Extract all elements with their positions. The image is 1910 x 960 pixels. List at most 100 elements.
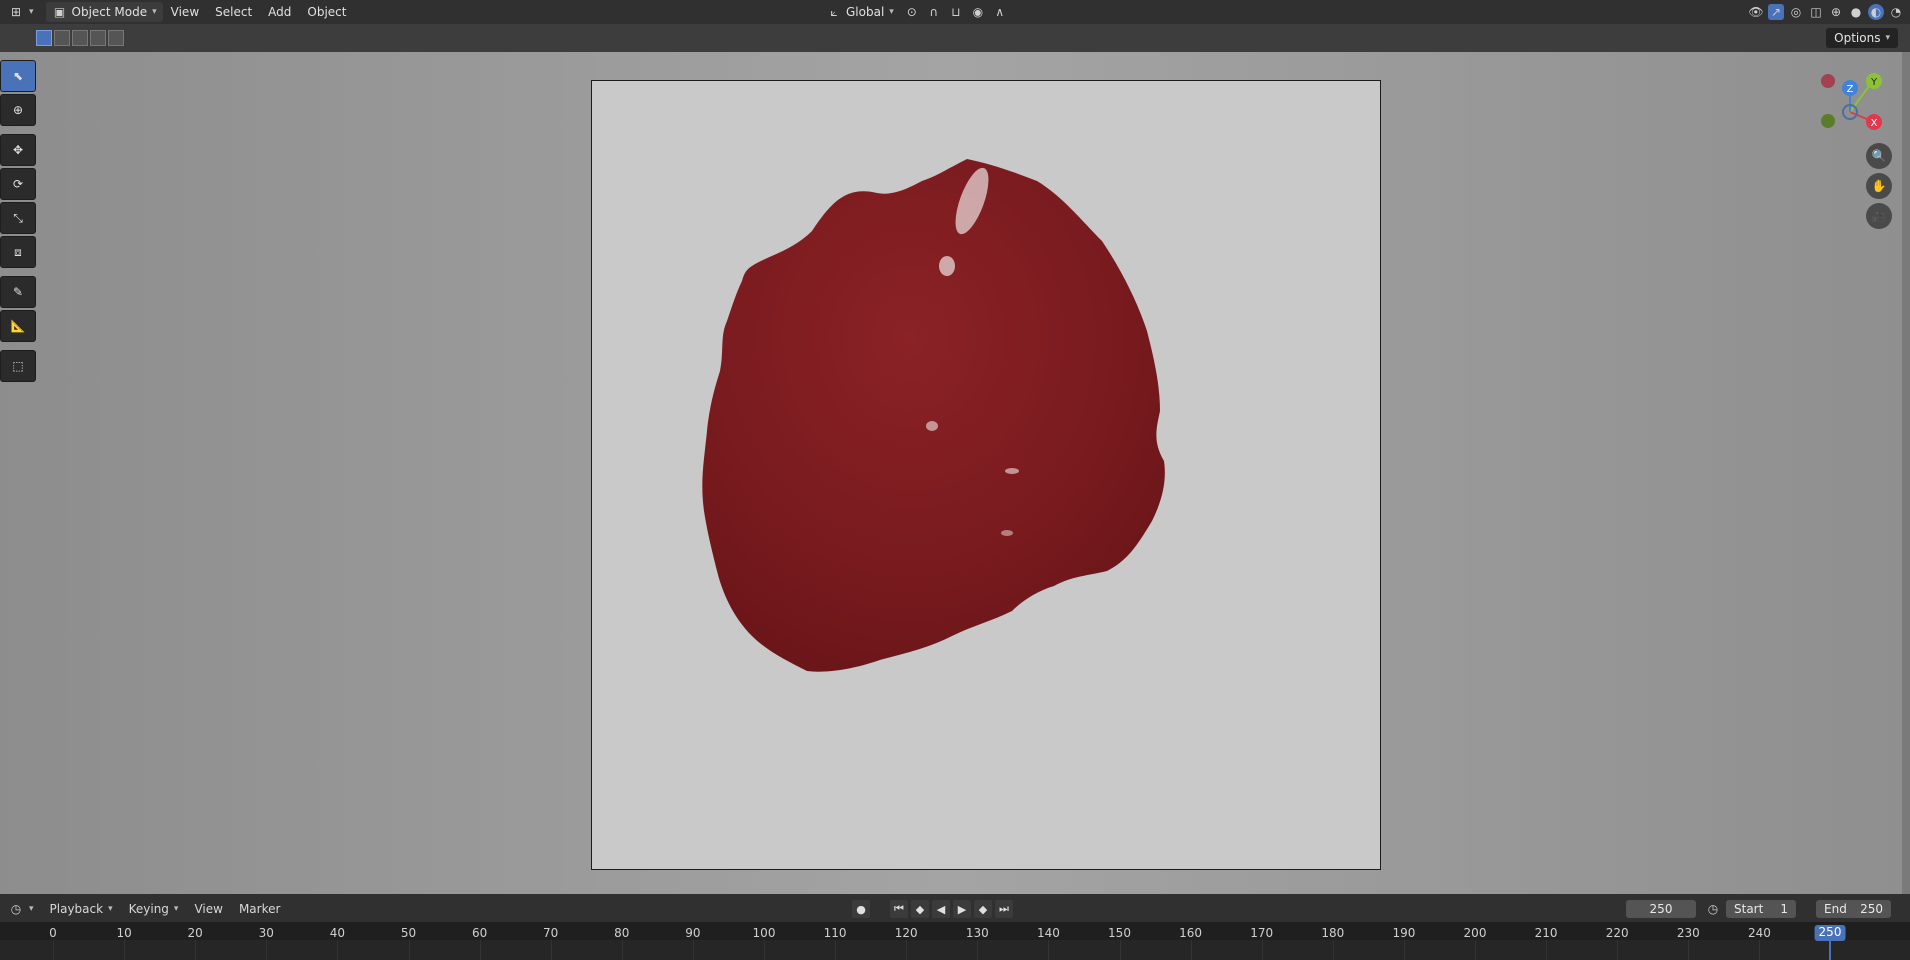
timeline-ruler[interactable]: 0 10 20 30 40 50 60 70 80 90 100 110 120 130 140 150 160…	[0, 922, 1910, 960]
measure-tool-icon[interactable]: 📐	[0, 310, 36, 342]
wireframe-shading-icon[interactable]: ⊕	[1828, 4, 1844, 20]
select-subtract-icon[interactable]	[72, 30, 88, 46]
ruler-tick-line	[195, 940, 197, 960]
timeline-track[interactable]	[0, 940, 1910, 960]
ruler-tick-line	[1759, 940, 1761, 960]
add-cube-tool-icon[interactable]: ⬚	[0, 350, 36, 382]
navigation-gizmo[interactable]: Z Y X	[1812, 68, 1892, 138]
transform-settings: ⟀ Global ▾ ⊙ ∩ ⊔ ◉ ∧	[822, 0, 1008, 24]
snap-icon[interactable]: ∩	[926, 4, 942, 20]
ruler-tick-line	[266, 940, 268, 960]
ruler-tick-label: 220	[1605, 926, 1629, 940]
ruler-tick-line	[621, 940, 623, 960]
material-shading-icon[interactable]: ◐	[1868, 4, 1884, 20]
options-button[interactable]: Options ▾	[1826, 28, 1898, 48]
preview-range-icon[interactable]: ◷	[1705, 901, 1721, 917]
end-frame-label: End	[1824, 902, 1847, 916]
ruler-tick-label: 10	[116, 926, 132, 940]
menu-marker[interactable]: Marker	[231, 899, 288, 919]
ruler-tick-label: 60	[471, 926, 488, 940]
object-mode-icon: ▣	[53, 5, 66, 19]
viewport-shading-controls: 👁 ↗ ◎ ◫ ⊕ ● ◐ ◔	[1748, 0, 1904, 24]
ruler-tick-label: 140	[1036, 926, 1060, 940]
end-frame-value: 250	[1860, 902, 1883, 916]
ruler-tick-label: 200	[1463, 926, 1487, 940]
menu-playback[interactable]: Playback ▾	[42, 899, 121, 919]
playhead[interactable]	[1829, 940, 1831, 960]
chevron-down-icon: ▾	[29, 904, 34, 914]
options-label: Options	[1834, 31, 1881, 45]
current-frame-value: 250	[1649, 902, 1673, 916]
jump-end-icon[interactable]: ⏭	[995, 900, 1013, 918]
gizmo-toggle-icon[interactable]: ↗	[1768, 4, 1784, 20]
solid-shading-icon[interactable]: ●	[1848, 4, 1864, 20]
axis-neg-x-icon	[1821, 74, 1835, 88]
ruler-tick-label: 180	[1321, 926, 1345, 940]
falloff-icon[interactable]: ∧	[992, 4, 1008, 20]
camera-view-icon[interactable]: 🎥	[1866, 203, 1892, 229]
ruler-tick-label: 130	[965, 926, 989, 940]
overlay-icon[interactable]: ◎	[1788, 4, 1804, 20]
orientation-selector[interactable]: ⟀ Global ▾	[822, 0, 898, 24]
play-reverse-icon[interactable]: ◀	[932, 900, 950, 918]
timeline-editor-type[interactable]: ◷ ▾	[0, 899, 42, 919]
ruler-tick-label: 100	[752, 926, 776, 940]
ruler-tick-label: 90	[685, 926, 701, 940]
menu-playback-label: Playback	[49, 902, 104, 916]
start-frame-field[interactable]: Start 1	[1726, 900, 1796, 918]
prev-keyframe-icon[interactable]: ◆	[911, 900, 929, 918]
menu-add[interactable]: Add	[260, 0, 299, 24]
scale-tool-icon[interactable]: ⤡	[0, 202, 36, 234]
tool-settings-bar: Options ▾	[0, 24, 1910, 52]
current-frame-field[interactable]: 250	[1626, 900, 1696, 918]
zoom-icon[interactable]: 🔍	[1866, 143, 1892, 169]
rendered-shading-icon[interactable]: ◔	[1888, 4, 1904, 20]
mode-selector-label: Object Mode	[71, 5, 148, 19]
menu-object[interactable]: Object	[299, 0, 354, 24]
cursor-tool-icon[interactable]: ⊕	[0, 94, 36, 126]
xray-icon[interactable]: ◫	[1808, 4, 1824, 20]
transform-tool-icon[interactable]: ⧈	[0, 236, 36, 268]
play-icon[interactable]: ▶	[953, 900, 971, 918]
editor-type-selector[interactable]: ⊞ ▾	[0, 0, 42, 24]
chevron-down-icon: ▾	[29, 7, 34, 17]
ruler-tick-label: 20	[187, 926, 203, 940]
mode-selector[interactable]: ▣ Object Mode ▾	[45, 2, 163, 22]
blob-object[interactable]	[592, 81, 1382, 871]
select-difference-icon[interactable]	[90, 30, 106, 46]
select-new-icon[interactable]	[36, 30, 52, 46]
move-tool-icon[interactable]: ✥	[0, 134, 36, 166]
ruler-tick-line	[1048, 940, 1050, 960]
ruler-tick-line	[692, 940, 694, 960]
rotate-tool-icon[interactable]: ⟳	[0, 168, 36, 200]
editor-type-icon: ⊞	[10, 5, 22, 19]
end-frame-field[interactable]: End 250	[1816, 900, 1891, 918]
ruler-tick-label: 230	[1676, 926, 1700, 940]
ruler-tick-line	[1617, 940, 1619, 960]
select-intersect-icon[interactable]	[108, 30, 124, 46]
visibility-icon[interactable]: 👁	[1748, 4, 1764, 20]
select-extend-icon[interactable]	[54, 30, 70, 46]
jump-start-icon[interactable]: ⏮	[890, 900, 908, 918]
camera-view-frame	[591, 80, 1381, 870]
menu-view[interactable]: View	[163, 0, 207, 24]
next-keyframe-icon[interactable]: ◆	[974, 900, 992, 918]
snap-target-icon[interactable]: ⊔	[948, 4, 964, 20]
menu-keying[interactable]: Keying ▾	[121, 899, 187, 919]
pivot-point-icon[interactable]: ⊙	[904, 4, 920, 20]
ruler-tick-label: 40	[329, 926, 346, 940]
ruler-tick-label: 70	[543, 926, 559, 940]
ruler-tick-label: 190	[1392, 926, 1416, 940]
proportional-edit-icon[interactable]: ◉	[970, 4, 986, 20]
playhead-frame-label[interactable]: 250	[1814, 925, 1846, 941]
menu-select[interactable]: Select	[207, 0, 260, 24]
ruler-tick-line	[1190, 940, 1192, 960]
annotate-tool-icon[interactable]: ✎	[0, 276, 36, 308]
pan-hand-icon[interactable]: ✋	[1866, 173, 1892, 199]
select-box-tool-icon[interactable]: ⬉	[0, 60, 36, 92]
menu-timeline-view[interactable]: View	[186, 899, 230, 919]
ruler-tick-label: 120	[894, 926, 918, 940]
record-icon[interactable]: ●	[852, 900, 870, 918]
ruler-tick-label: 0	[49, 926, 57, 940]
axis-y-label: Y	[1870, 77, 1878, 88]
